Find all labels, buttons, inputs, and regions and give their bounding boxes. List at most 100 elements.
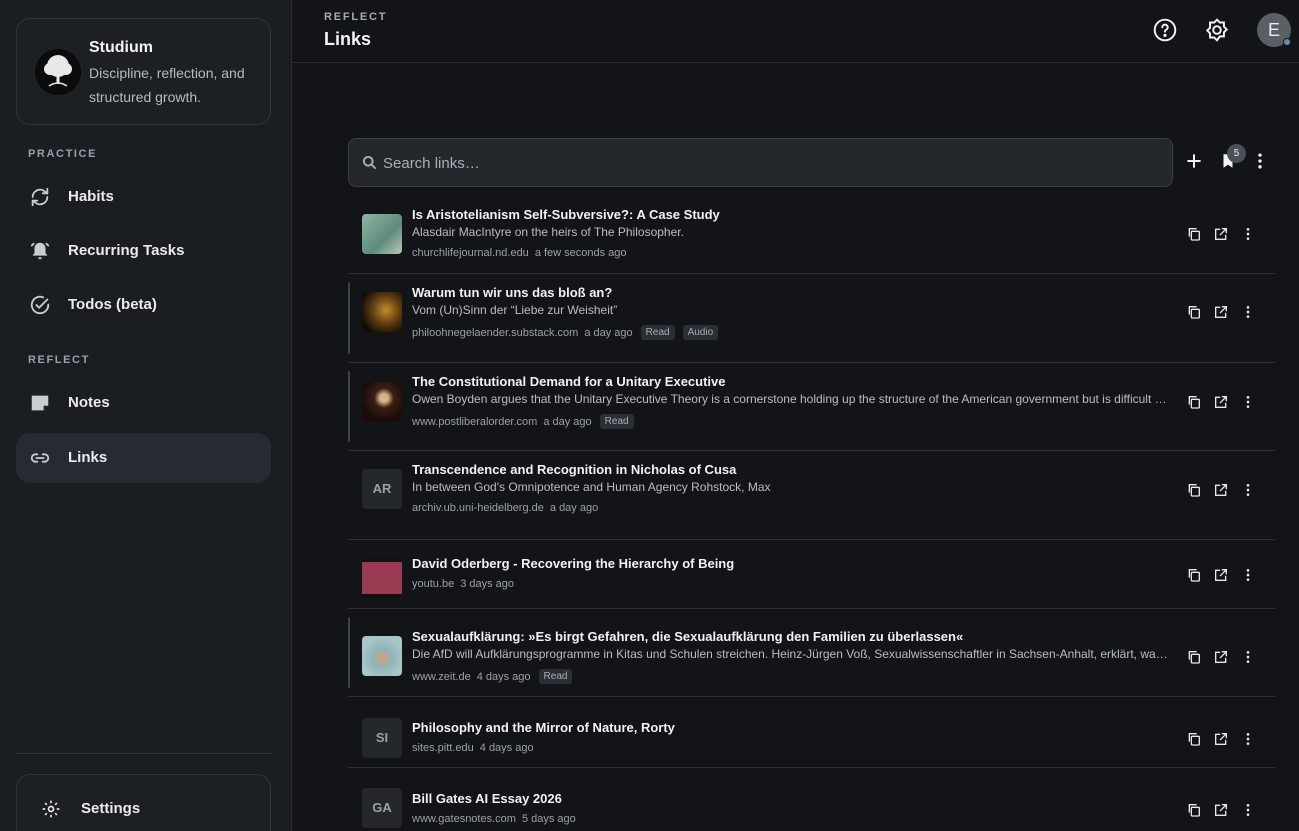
theme-brightness-icon[interactable] xyxy=(1204,17,1230,43)
list-item[interactable]: AR Transcendence and Recognition in Nich… xyxy=(348,451,1275,540)
link-thumbnail xyxy=(362,558,402,598)
link-title[interactable]: David Oderberg - Recovering the Hierarch… xyxy=(412,556,734,571)
sidebar-item-recurring-tasks[interactable]: Recurring Tasks xyxy=(16,226,271,276)
tag-badge[interactable]: Read xyxy=(640,325,675,340)
copy-icon[interactable] xyxy=(1186,304,1202,320)
list-item[interactable]: Sexualaufklärung: »Es birgt Gefahren, di… xyxy=(348,609,1275,697)
tree-logo-icon xyxy=(35,49,81,95)
tag-badge[interactable]: Read xyxy=(599,414,634,429)
open-external-icon[interactable] xyxy=(1213,731,1229,747)
link-description: Alasdair MacIntyre on the heirs of The P… xyxy=(412,225,684,239)
check-circle-icon xyxy=(29,294,51,316)
row-actions xyxy=(1186,649,1256,665)
link-thumbnail-initials: GA xyxy=(362,788,402,828)
sidebar-item-notes[interactable]: Notes xyxy=(16,378,271,428)
search-icon xyxy=(362,155,377,170)
sidebar-item-links[interactable]: Links xyxy=(16,433,271,483)
more-vert-icon[interactable] xyxy=(1240,802,1256,818)
link-thumbnail-initials: AR xyxy=(362,469,402,509)
copy-icon[interactable] xyxy=(1186,649,1202,665)
row-actions xyxy=(1186,802,1256,818)
link-title[interactable]: Philosophy and the Mirror of Nature, Ror… xyxy=(412,720,675,735)
row-actions xyxy=(1186,482,1256,498)
copy-icon[interactable] xyxy=(1186,226,1202,242)
open-external-icon[interactable] xyxy=(1213,482,1229,498)
open-external-icon[interactable] xyxy=(1213,802,1229,818)
open-external-icon[interactable] xyxy=(1213,226,1229,242)
sidebar-item-label: Habits xyxy=(68,188,114,205)
open-external-icon[interactable] xyxy=(1213,567,1229,583)
link-meta: churchlifejournal.nd.edu a few seconds a… xyxy=(412,247,627,259)
link-title[interactable]: Is Aristotelianism Self-Subversive?: A C… xyxy=(412,207,720,222)
more-vert-icon[interactable] xyxy=(1240,226,1256,242)
link-timestamp: 4 days ago xyxy=(476,670,531,683)
link-domain: churchlifejournal.nd.edu xyxy=(412,247,529,259)
list-item[interactable]: The Constitutional Demand for a Unitary … xyxy=(348,363,1275,451)
copy-icon[interactable] xyxy=(1186,802,1202,818)
page-title: Links xyxy=(324,29,372,49)
copy-icon[interactable] xyxy=(1186,731,1202,747)
section-label-reflect: REFLECT xyxy=(28,354,90,366)
link-meta: www.zeit.de 4 days ago Read xyxy=(412,669,573,684)
tag-badge[interactable]: Audio xyxy=(682,325,719,340)
more-vert-icon[interactable] xyxy=(1240,567,1256,583)
brand-tagline: Discipline, reflection, and structured g… xyxy=(89,65,245,105)
copy-icon[interactable] xyxy=(1186,394,1202,410)
settings-button[interactable]: Settings xyxy=(16,774,271,831)
brand-card[interactable]: Studium Discipline, reflection, and stru… xyxy=(16,18,271,125)
link-title[interactable]: Transcendence and Recognition in Nichola… xyxy=(412,462,736,477)
link-description: Die AfD will Aufklärungsprogramme in Kit… xyxy=(412,647,1169,661)
link-thumbnail xyxy=(362,636,402,676)
sidebar-item-todos[interactable]: Todos (beta) xyxy=(16,280,271,330)
open-external-icon[interactable] xyxy=(1213,304,1229,320)
link-thumbnail xyxy=(362,382,402,422)
note-icon xyxy=(29,392,51,414)
list-item[interactable]: Is Aristotelianism Self-Subversive?: A C… xyxy=(348,196,1275,274)
links-list: Is Aristotelianism Self-Subversive?: A C… xyxy=(348,196,1275,831)
copy-icon[interactable] xyxy=(1186,482,1202,498)
open-external-icon[interactable] xyxy=(1213,649,1229,665)
more-vert-icon[interactable] xyxy=(1240,394,1256,410)
more-vert-icon[interactable] xyxy=(1240,482,1256,498)
link-meta: sites.pitt.edu 4 days ago xyxy=(412,742,534,754)
list-item[interactable]: Warum tun wir uns das bloß an? Vom (Un)S… xyxy=(348,274,1275,363)
link-timestamp: a day ago xyxy=(584,326,633,339)
link-timestamp: 5 days ago xyxy=(521,813,576,825)
link-description: In between God's Omnipotence and Human A… xyxy=(412,480,771,494)
link-timestamp: a day ago xyxy=(549,502,599,514)
link-domain: www.zeit.de xyxy=(412,670,471,683)
sidebar-item-habits[interactable]: Habits xyxy=(16,172,271,222)
sidebar-item-label: Notes xyxy=(68,394,110,411)
link-timestamp: 4 days ago xyxy=(479,742,534,754)
link-title[interactable]: Warum tun wir uns das bloß an? xyxy=(412,285,612,300)
link-title[interactable]: The Constitutional Demand for a Unitary … xyxy=(412,374,726,389)
copy-icon[interactable] xyxy=(1186,567,1202,583)
list-item[interactable]: SI Philosophy and the Mirror of Nature, … xyxy=(348,697,1275,768)
tag-badge[interactable]: Read xyxy=(538,669,573,684)
link-meta: www.postliberalorder.com a day ago Read xyxy=(412,414,634,429)
sidebar-item-label: Todos (beta) xyxy=(68,296,157,313)
bookmark-count-badge: 5 xyxy=(1227,144,1246,163)
link-thumbnail xyxy=(362,292,402,332)
search-input[interactable] xyxy=(383,151,1143,175)
open-external-icon[interactable] xyxy=(1213,394,1229,410)
row-actions xyxy=(1186,731,1256,747)
more-vert-icon[interactable] xyxy=(1240,304,1256,320)
more-vert-icon[interactable] xyxy=(1250,151,1272,173)
list-item[interactable]: David Oderberg - Recovering the Hierarch… xyxy=(348,540,1275,609)
link-domain: philoohnegelaender.substack.com xyxy=(412,326,579,339)
link-domain: sites.pitt.edu xyxy=(412,742,474,754)
link-domain: archiv.ub.uni-heidelberg.de xyxy=(412,502,544,514)
link-title[interactable]: Bill Gates AI Essay 2026 xyxy=(412,791,562,806)
list-item[interactable]: GA Bill Gates AI Essay 2026 www.gatesnot… xyxy=(348,768,1275,831)
more-vert-icon[interactable] xyxy=(1240,731,1256,747)
help-icon[interactable] xyxy=(1152,17,1178,43)
more-vert-icon[interactable] xyxy=(1240,649,1256,665)
link-title[interactable]: Sexualaufklärung: »Es birgt Gefahren, di… xyxy=(412,629,963,644)
sidebar-item-label: Links xyxy=(68,449,108,466)
add-link-icon[interactable] xyxy=(1184,151,1206,173)
link-meta: www.gatesnotes.com 5 days ago xyxy=(412,813,576,825)
link-domain: youtu.be xyxy=(412,578,455,590)
sync-icon xyxy=(29,186,51,208)
link-description: Owen Boyden argues that the Unitary Exec… xyxy=(412,392,1169,406)
